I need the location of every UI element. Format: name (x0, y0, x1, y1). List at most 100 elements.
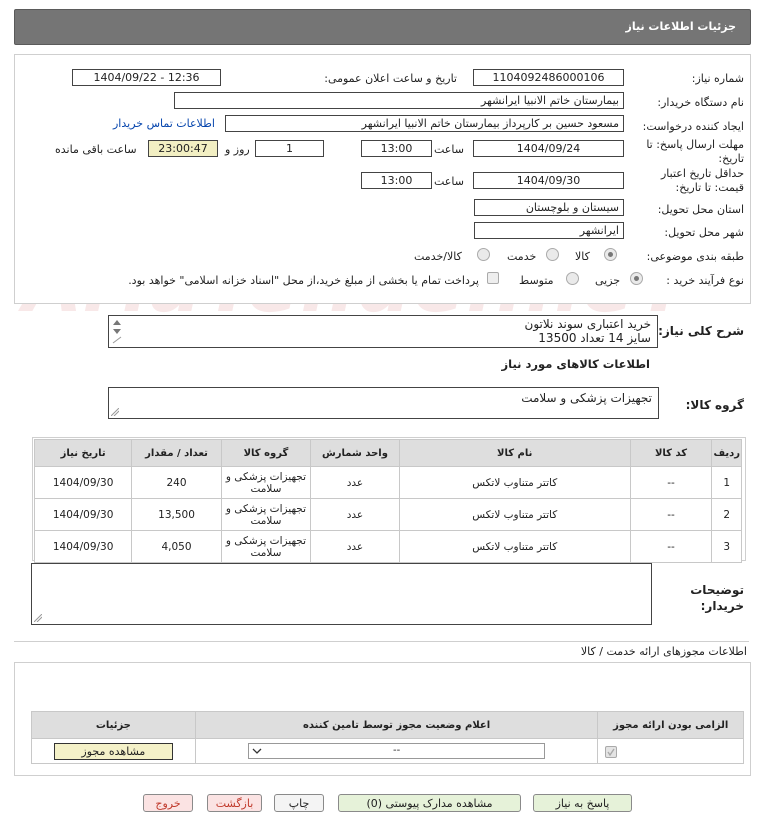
cell-qty: 240 (131, 466, 222, 499)
page-header: جزئیات اطلاعات نیاز (14, 9, 751, 45)
city-label: شهر محل تحویل: (664, 226, 744, 239)
chevron-down-icon (252, 748, 262, 754)
print-button[interactable]: چاپ (274, 794, 324, 812)
need-number-field: 1104092486000106 (473, 69, 624, 86)
cell-qty: 13,500 (131, 498, 222, 531)
scroll-arrows-icon[interactable] (111, 317, 123, 345)
days-field: 1 (255, 140, 324, 157)
permits-table-header: الزامی بودن ارائه مجوز اعلام وضعیت مجوز … (31, 711, 744, 739)
buyer-notes-textarea[interactable] (31, 563, 652, 625)
cell-group: تجهیزات پزشکی و سلامت (220, 498, 312, 531)
cell-group: تجهیزات پزشکی و سلامت (220, 466, 312, 499)
category-option-goods-service: کالا/خدمت (414, 250, 462, 263)
treasury-payment-checkbox[interactable] (487, 272, 499, 284)
category-radio-service[interactable] (546, 248, 559, 261)
province-field: سیستان و بلوچستان (474, 199, 624, 216)
process-option-medium: متوسط (519, 274, 554, 287)
permit-required-checkbox[interactable] (605, 746, 618, 758)
creator-label: ایجاد کننده درخواست: (642, 120, 744, 133)
view-attachments-button[interactable]: مشاهده مدارک پیوستی (0) (338, 794, 521, 812)
description-line-2: سایز 14 تعداد 13500 (538, 331, 651, 345)
table-row: -- مشاهده مجوز (31, 738, 744, 764)
table-row[interactable]: 1 -- کاتتر متناوب لاتکس عدد تجهیزات پزشک… (33, 466, 742, 499)
category-label: طبقه بندی موضوعی: (646, 250, 744, 263)
cell-unit: عدد (310, 530, 400, 563)
city-field: ایرانشهر (474, 222, 624, 239)
treasury-payment-note: پرداخت تمام یا بخشی از مبلغ خرید،از محل … (128, 274, 479, 287)
deadline-date-field: 1404/09/24 (473, 140, 624, 157)
cell-row: 1 (711, 466, 742, 499)
resize-handle-icon[interactable] (34, 614, 42, 622)
cell-date: 1404/09/30 (33, 498, 133, 531)
buyer-org-label: نام دستگاه خریدار: (657, 96, 744, 109)
cell-name: کاتتر متناوب لاتکس (398, 530, 631, 563)
category-radio-goods[interactable] (604, 248, 617, 261)
permit-status-select[interactable]: -- (248, 743, 546, 759)
goods-section-title: اطلاعات کالاهای مورد نیاز (501, 357, 650, 371)
reply-button[interactable]: پاسخ به نیاز (533, 794, 632, 812)
page-title: جزئیات اطلاعات نیاز (625, 20, 737, 33)
col-name: نام کالا (398, 439, 631, 467)
cell-code: -- (629, 498, 713, 531)
back-button[interactable]: بازگشت (207, 794, 262, 812)
col-unit: واحد شمارش (310, 439, 400, 467)
cell-permit-details: مشاهده مجوز (31, 738, 196, 764)
cell-name: کاتتر متناوب لاتکس (398, 498, 631, 531)
col-group: گروه کالا (220, 439, 312, 467)
goods-group-field[interactable]: تجهیزات پزشکی و سلامت (108, 387, 659, 419)
col-permit-status: اعلام وضعیت مجوز توسط تامین کننده (194, 711, 599, 739)
buyer-org-field: بیمارستان خاتم الانبیا ایرانشهر (174, 92, 624, 109)
process-radio-medium[interactable] (566, 272, 579, 285)
category-radio-goods-service[interactable] (477, 248, 490, 261)
table-row[interactable]: 2 -- کاتتر متناوب لاتکس عدد تجهیزات پزشک… (33, 498, 742, 531)
cell-row: 2 (711, 498, 742, 531)
announce-label: تاریخ و ساعت اعلان عمومی: (324, 72, 457, 85)
cell-permit-status: -- (194, 738, 599, 764)
goods-group-label: گروه کالا: (685, 398, 744, 412)
description-textarea[interactable]: خرید اعتباری سوند نلاتون سایز 14 تعداد 1… (108, 315, 658, 348)
cell-date: 1404/09/30 (33, 466, 133, 499)
permits-section-title: اطلاعات مجوزهای ارائه خدمت / کالا (580, 645, 747, 658)
cell-unit: عدد (310, 498, 400, 531)
announce-field: 1404/09/22 - 12:36 (72, 69, 221, 86)
exit-button[interactable]: خروج (143, 794, 193, 812)
goods-table: ردیف کد کالا نام کالا واحد شمارش گروه کا… (33, 439, 742, 563)
buyer-contact-link[interactable]: اطلاعات تماس خریدار (113, 117, 215, 130)
permit-status-value: -- (392, 745, 401, 756)
col-permit-details: جزئیات (31, 711, 196, 739)
view-permit-button[interactable]: مشاهده مجوز (53, 742, 173, 760)
description-line-1: خرید اعتباری سوند نلاتون (524, 317, 651, 331)
cell-unit: عدد (310, 466, 400, 499)
cell-code: -- (629, 530, 713, 563)
col-row: ردیف (711, 439, 742, 467)
deadline-label-line2: تاریخ: (718, 152, 744, 165)
table-row[interactable]: 3 -- کاتتر متناوب لاتکس عدد تجهیزات پزشک… (33, 530, 742, 563)
col-date: تاریخ نیاز (33, 439, 133, 467)
check-icon (607, 748, 616, 757)
buyer-notes-label-line1: توضیحات (690, 583, 744, 597)
category-option-service: خدمت (507, 250, 537, 263)
divider (14, 641, 749, 642)
resize-handle-icon[interactable] (111, 408, 119, 416)
cell-row: 3 (711, 530, 742, 563)
cell-date: 1404/09/30 (33, 530, 133, 563)
buyer-notes-label-line2: خریدار: (700, 599, 744, 613)
cell-permit-required (597, 738, 744, 764)
creator-field: مسعود حسین بر کارپرداز بیمارستان خاتم ال… (225, 115, 624, 132)
category-option-goods: کالا (575, 250, 590, 263)
province-label: استان محل تحویل: (657, 203, 744, 216)
days-label: روز و (225, 143, 250, 156)
process-option-minor: جزیی (595, 274, 621, 287)
goods-table-header: ردیف کد کالا نام کالا واحد شمارش گروه کا… (33, 439, 742, 467)
permits-table: الزامی بودن ارائه مجوز اعلام وضعیت مجوز … (31, 711, 744, 764)
deadline-time-label: ساعت (434, 143, 464, 156)
cell-group: تجهیزات پزشکی و سلامت (220, 530, 312, 563)
description-label: شرح کلی نیاز: (658, 324, 744, 338)
need-number-label: شماره نیاز: (691, 72, 744, 85)
validity-label-line1: حداقل تاریخ اعتبار (660, 167, 744, 180)
col-permit-required: الزامی بودن ارائه مجوز (597, 711, 744, 739)
process-radio-minor[interactable] (630, 272, 643, 285)
col-qty: تعداد / مقدار (131, 439, 222, 467)
cell-code: -- (629, 466, 713, 499)
remaining-time-label: ساعت باقی مانده (55, 143, 137, 156)
